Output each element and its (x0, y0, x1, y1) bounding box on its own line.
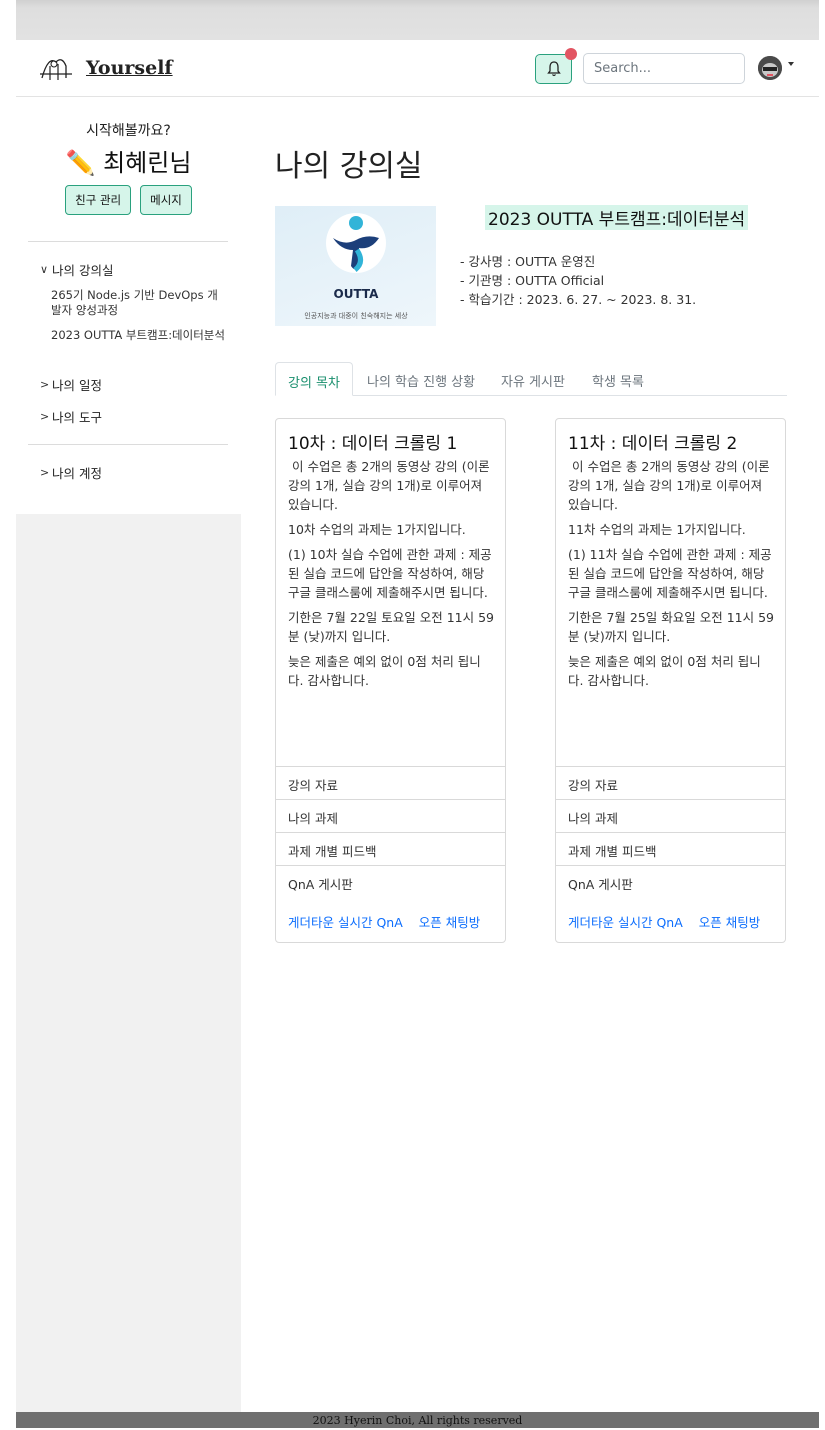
gathertown-qna-link[interactable]: 게더타운 실시간 QnA (568, 912, 683, 931)
lecture-late-policy: 늦은 제출은 예외 없이 0점 처리 됩니다. 감사합니다. (288, 654, 481, 688)
course-logo-text: OUTTA (334, 287, 380, 301)
lecture-late-policy: 늦은 제출은 예외 없이 0점 처리 됩니다. 감사합니다. (568, 654, 761, 688)
brand-logo-icon (40, 59, 72, 80)
lecture-card: 11차 : 데이터 크롤링 2 이 수업은 총 2개의 동영상 강의 (이론 강… (555, 418, 786, 943)
tab-student-list[interactable]: 학생 목록 (580, 362, 656, 396)
greeting-text: 시작해볼까요? (86, 123, 171, 139)
sidebar-button-group: 친구 관리 메시지 (16, 185, 241, 215)
tab-free-board[interactable]: 자유 게시판 (489, 362, 577, 396)
tab-syllabus[interactable]: 강의 목차 (275, 362, 353, 396)
chevron-down-icon: ∨ (40, 263, 49, 276)
sidebar-divider (28, 444, 228, 445)
lecture-description: 이 수업은 총 2개의 동영상 강의 (이론 강의 1개, 실습 강의 1개)로… (568, 459, 774, 512)
lecture-assignment-count: 10차 수업의 과제는 1가지입니다. (288, 522, 466, 537)
brand[interactable]: Yourself (38, 52, 173, 84)
lecture-materials-link[interactable]: 강의 자료 (556, 766, 785, 799)
page-frame: Yourself 시작해볼까요? ✏️ 최혜린님 친구 관리 (16, 40, 819, 1412)
course-image: OUTTA 인공지능과 대중이 친숙해지는 세상 (275, 206, 436, 326)
sidebar-item-my-account[interactable]: > 나의 계정 (40, 463, 102, 482)
my-assignment-link[interactable]: 나의 과제 (556, 799, 785, 832)
sidebar-item-my-schedule[interactable]: > 나의 일정 (40, 375, 102, 394)
friends-button[interactable]: 친구 관리 (65, 185, 132, 215)
lecture-deadline: 기한은 7월 22일 토요일 오전 11시 59분 (낮)까지 입니다. (288, 610, 495, 644)
lecture-card: 10차 : 데이터 크롤링 1 이 수업은 총 2개의 동영상 강의 (이론 강… (275, 418, 506, 943)
lecture-assignment-count: 11차 수업의 과제는 1가지입니다. (568, 522, 746, 537)
lecture-assignment-detail: (1) 11차 실습 수업에 관한 과제 : 제공된 실습 코드에 답안을 작성… (568, 547, 772, 600)
sidebar-item-my-classroom[interactable]: ∨ 나의 강의실 (40, 260, 113, 279)
course-period: - 학습기간 : 2023. 6. 27. ~ 2023. 8. 31. (460, 292, 697, 307)
sidebar-item-label: 나의 일정 (52, 378, 102, 393)
avatar-dropdown-caret-icon[interactable] (788, 62, 794, 66)
sidebar-item-label: 나의 계정 (52, 466, 102, 481)
brand-name[interactable]: Yourself (86, 57, 173, 79)
course-logo-tagline: 인공지능과 대중이 친숙해지는 세상 (304, 311, 408, 320)
notification-dot (565, 48, 577, 60)
assignment-feedback-link[interactable]: 과제 개별 피드백 (556, 832, 785, 865)
chevron-right-icon: > (40, 466, 50, 479)
browser-top-bar (16, 0, 819, 40)
chevron-right-icon: > (40, 410, 50, 423)
lecture-card-footer: 게더타운 실시간 QnA 오픈 채팅방 (568, 912, 760, 931)
lecture-card-menu: 강의 자료 나의 과제 과제 개별 피드백 QnA 게시판 (276, 766, 505, 898)
avatar[interactable] (758, 56, 782, 80)
chevron-right-icon: > (40, 378, 50, 391)
course-institution: - 기관명 : OUTTA Official (460, 273, 605, 288)
avatar-image-icon (758, 56, 782, 80)
assignment-feedback-link[interactable]: 과제 개별 피드백 (276, 832, 505, 865)
my-assignment-link[interactable]: 나의 과제 (276, 799, 505, 832)
course-instructor: - 강사명 : OUTTA 운영진 (460, 254, 596, 269)
sidebar-subitem-devops-course[interactable]: 265기 Node.js 기반 DevOps 개발자 양성과정 (51, 288, 226, 318)
open-chat-link[interactable]: 오픈 채팅방 (419, 912, 480, 931)
lecture-card-body: 이 수업은 총 2개의 동영상 강의 (이론 강의 1개, 실습 강의 1개)로… (568, 457, 776, 696)
page-title: 나의 강의실 (275, 149, 423, 184)
sidebar-subitem-outta-bootcamp[interactable]: 2023 OUTTA 부트캠프:데이터분석 (51, 328, 226, 343)
messages-button[interactable]: 메시지 (140, 185, 192, 215)
lecture-deadline: 기한은 7월 25일 화요일 오전 11시 59분 (낮)까지 입니다. (568, 610, 775, 644)
search-input[interactable] (583, 53, 745, 84)
user-name: ✏️ 최혜린님 (65, 149, 192, 177)
course-tabs: 강의 목차 나의 학습 진행 상황 자유 게시판 학생 목록 (275, 362, 787, 396)
bell-icon (546, 61, 561, 77)
sidebar: 시작해볼까요? ✏️ 최혜린님 친구 관리 메시지 ∨ 나의 강의실 265기 … (16, 97, 241, 1412)
open-chat-link[interactable]: 오픈 채팅방 (699, 912, 760, 931)
lecture-description: 이 수업은 총 2개의 동영상 강의 (이론 강의 1개, 실습 강의 1개)로… (288, 459, 494, 512)
qna-board-link[interactable]: QnA 게시판 (276, 865, 505, 898)
sidebar-panel: 시작해볼까요? ✏️ 최혜린님 친구 관리 메시지 ∨ 나의 강의실 265기 … (16, 97, 241, 514)
outta-logo-icon: OUTTA 인공지능과 대중이 친숙해지는 세상 (304, 213, 408, 320)
lecture-card-title: 10차 : 데이터 크롤링 1 (288, 434, 458, 454)
lecture-materials-link[interactable]: 강의 자료 (276, 766, 505, 799)
footer: 2023 Hyerin Choi, All rights reserved (16, 1412, 819, 1428)
sidebar-divider (28, 241, 228, 242)
sidebar-item-my-tools[interactable]: > 나의 도구 (40, 407, 102, 426)
qna-board-link[interactable]: QnA 게시판 (556, 865, 785, 898)
course-title: 2023 OUTTA 부트캠프:데이터분석 (485, 205, 749, 230)
navbar: Yourself (16, 40, 819, 97)
lecture-card-menu: 강의 자료 나의 과제 과제 개별 피드백 QnA 게시판 (556, 766, 785, 898)
sidebar-item-label: 나의 도구 (52, 410, 102, 425)
sidebar-item-label: 나의 강의실 (52, 263, 114, 278)
tab-my-progress[interactable]: 나의 학습 진행 상황 (355, 362, 487, 396)
lecture-card-body: 이 수업은 총 2개의 동영상 강의 (이론 강의 1개, 실습 강의 1개)로… (288, 457, 496, 696)
lecture-assignment-detail: (1) 10차 실습 수업에 관한 과제 : 제공된 실습 코드에 답안을 작성… (288, 547, 492, 600)
lecture-card-footer: 게더타운 실시간 QnA 오픈 채팅방 (288, 912, 480, 931)
gathertown-qna-link[interactable]: 게더타운 실시간 QnA (288, 912, 403, 931)
lecture-card-title: 11차 : 데이터 크롤링 2 (568, 434, 738, 454)
